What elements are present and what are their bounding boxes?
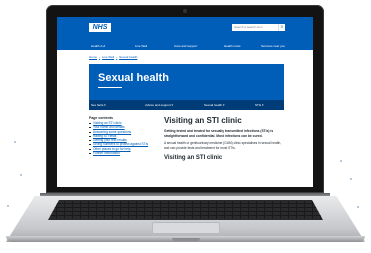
primary-nav: Health A-Z Live Well Care and support He… bbox=[57, 43, 313, 50]
breadcrumb-separator: › bbox=[116, 55, 118, 59]
decorative-dot bbox=[340, 160, 342, 162]
hero-banner: Sexual health bbox=[89, 64, 284, 100]
keyboard bbox=[48, 200, 323, 220]
camera-icon bbox=[183, 9, 187, 13]
page-contents: Page contents Visiting an STI clinic You… bbox=[89, 116, 155, 155]
contents-link[interactable]: Further information bbox=[89, 151, 155, 155]
nav-item-care-and-support[interactable]: Care and support bbox=[174, 43, 197, 50]
tab-sex-facts[interactable]: Sex facts ▾ bbox=[91, 100, 106, 110]
tab-stis[interactable]: STIs ▾ bbox=[255, 100, 264, 110]
tab-sexual-health[interactable]: Sexual health ▾ bbox=[204, 100, 225, 110]
decorative-dot bbox=[14, 141, 16, 143]
decorative-dot bbox=[7, 205, 9, 207]
search-input[interactable]: Search a search term bbox=[232, 24, 278, 31]
section-heading: Visiting an STI clinic bbox=[164, 155, 223, 162]
laptop-lid: NHS Search a search term ⌕ Health A-Z Li… bbox=[46, 5, 324, 193]
page-contents-title: Page contents bbox=[89, 116, 113, 120]
page-title: Visiting an STI clinic bbox=[164, 116, 242, 125]
nav-item-live-well[interactable]: Live Well bbox=[135, 43, 147, 50]
article: Visiting an STI clinic Getting tested an… bbox=[164, 116, 284, 161]
breadcrumb-sexual-health[interactable]: Sexual health bbox=[119, 55, 137, 59]
breadcrumb-home[interactable]: Home bbox=[89, 55, 97, 59]
decorative-dot bbox=[357, 206, 359, 208]
hero-title: Sexual health bbox=[98, 72, 169, 84]
nhs-logo[interactable]: NHS bbox=[89, 23, 111, 32]
breadcrumb-separator: › bbox=[99, 55, 101, 59]
lid-opening-notch bbox=[172, 238, 200, 241]
site-header: NHS Search a search term ⌕ Health A-Z Li… bbox=[57, 17, 313, 50]
breadcrumb-live-well[interactable]: Live Well bbox=[102, 55, 114, 59]
breadcrumb: Home › Live Well › Sexual health bbox=[89, 55, 137, 59]
lead-paragraph: Getting tested and treated for sexually … bbox=[164, 129, 274, 138]
decorative-dot bbox=[350, 178, 352, 180]
laptop-screen: NHS Search a search term ⌕ Health A-Z Li… bbox=[57, 17, 313, 187]
trackpad bbox=[152, 222, 220, 234]
nav-item-health-a-z[interactable]: Health A-Z bbox=[91, 43, 105, 50]
nav-item-health-news[interactable]: Health news bbox=[224, 43, 241, 50]
tab-advice-and-support[interactable]: Advice and support ▾ bbox=[145, 100, 173, 110]
section-tabs: Sex facts ▾ Advice and support ▾ Sexual … bbox=[89, 100, 284, 110]
decorative-dot bbox=[20, 174, 22, 176]
search-icon[interactable]: ⌕ bbox=[278, 24, 285, 31]
hero-divider bbox=[98, 87, 122, 88]
nav-item-services-near-you[interactable]: Services near you bbox=[261, 43, 285, 50]
body-paragraph: A sexual health or genitourinary medicin… bbox=[164, 141, 282, 150]
